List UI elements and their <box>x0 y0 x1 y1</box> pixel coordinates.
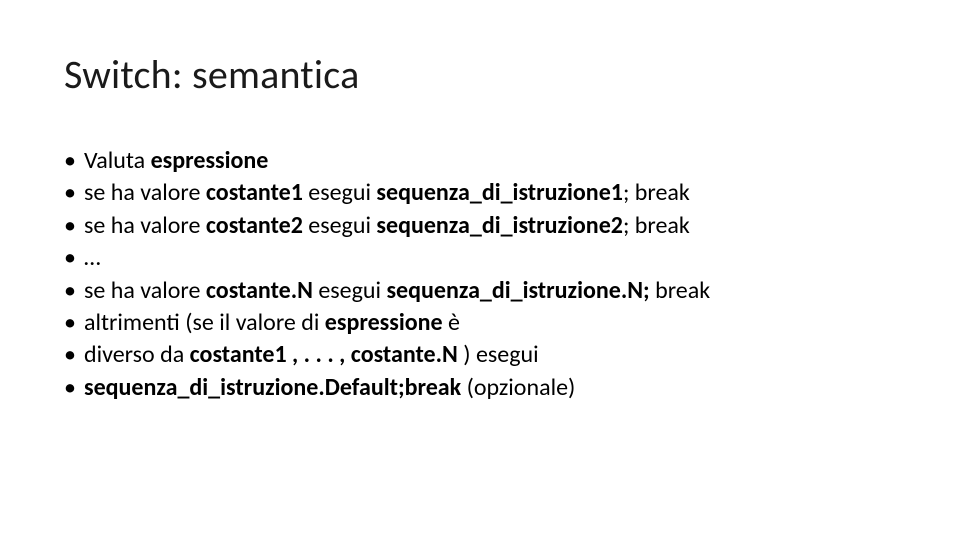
bullet-marker-icon: • <box>64 177 84 209</box>
slide-title: Switch: semantica <box>64 50 896 99</box>
bullet-marker-icon: • <box>64 307 84 339</box>
bullet-marker-icon: • <box>64 210 84 242</box>
bullet-item: •se ha valore costante2 esegui sequenza_… <box>64 210 896 242</box>
bullet-text: se ha valore costante2 esegui sequenza_d… <box>84 210 690 242</box>
bullet-item: •se ha valore costante.N esegui sequenza… <box>64 275 896 307</box>
bullet-item: •altrimenti (se il valore di espressione… <box>64 307 896 339</box>
slide: Switch: semantica •Valuta espressione•se… <box>0 0 960 540</box>
bullet-marker-icon: • <box>64 145 84 177</box>
bullet-text: se ha valore costante.N esegui sequenza_… <box>84 275 710 307</box>
bullet-text: Valuta espressione <box>84 145 268 177</box>
bullet-marker-icon: • <box>64 372 84 404</box>
bullet-marker-icon: • <box>64 275 84 307</box>
bullet-item: •… <box>64 242 896 274</box>
bullet-item: •Valuta espressione <box>64 145 896 177</box>
bullet-item: •se ha valore costante1 esegui sequenza_… <box>64 177 896 209</box>
bullet-text: sequenza_di_istruzione.Default;break (op… <box>84 372 575 404</box>
bullet-text: … <box>84 242 101 274</box>
bullet-list: •Valuta espressione•se ha valore costant… <box>64 145 896 404</box>
bullet-text: se ha valore costante1 esegui sequenza_d… <box>84 177 690 209</box>
bullet-text: altrimenti (se il valore di espressione … <box>84 307 460 339</box>
bullet-marker-icon: • <box>64 339 84 371</box>
bullet-item: •sequenza_di_istruzione.Default;break (o… <box>64 372 896 404</box>
bullet-text: diverso da costante1 , . . . , costante.… <box>84 339 539 371</box>
bullet-item: •diverso da costante1 , . . . , costante… <box>64 339 896 371</box>
bullet-marker-icon: • <box>64 242 84 274</box>
